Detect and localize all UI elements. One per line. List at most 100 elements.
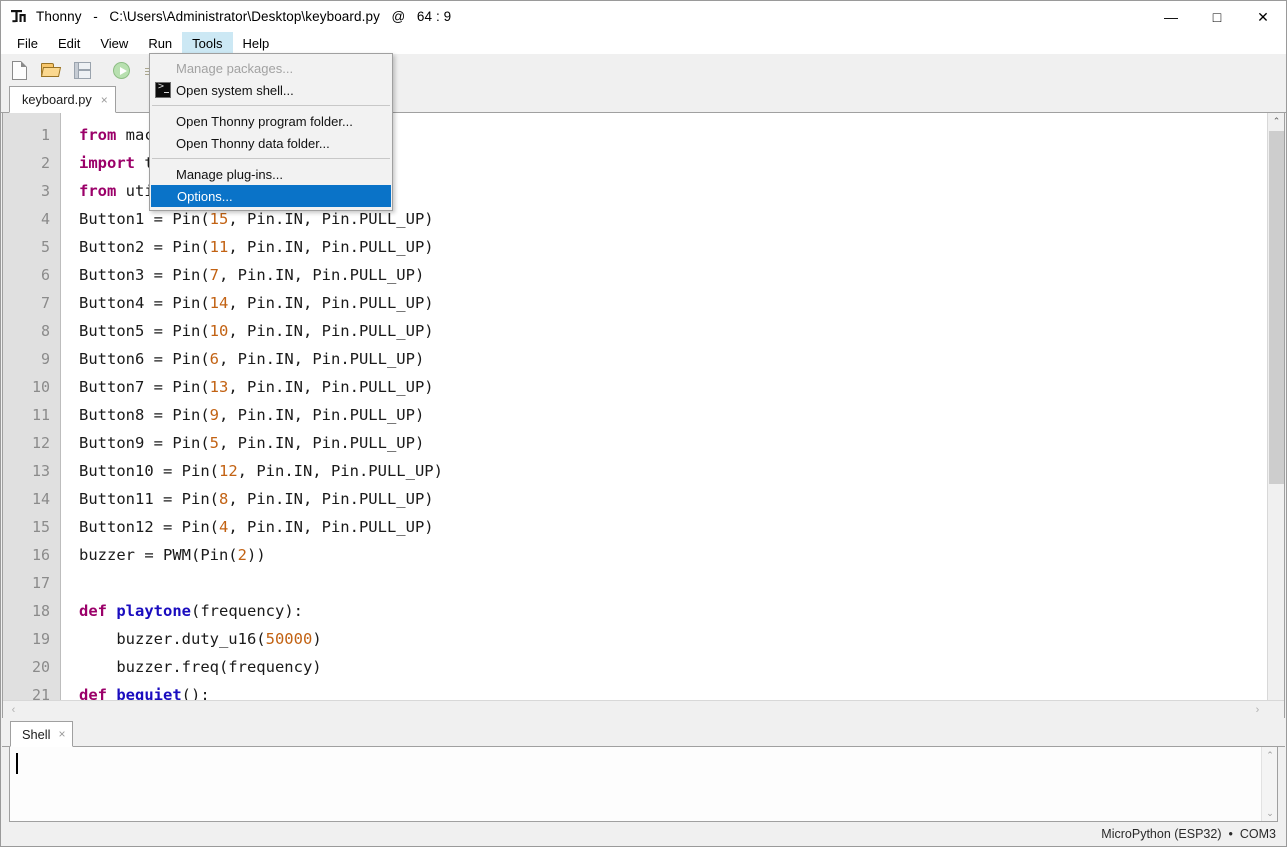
- code-line: Button5 = Pin(10, Pin.IN, Pin.PULL_UP): [79, 322, 434, 340]
- line-number: 7: [40, 294, 50, 312]
- code-line: Button9 = Pin(5, Pin.IN, Pin.PULL_UP): [79, 434, 425, 452]
- status-interpreter[interactable]: MicroPython (ESP32): [1101, 827, 1221, 841]
- title-bar: Thonny - C:\Users\Administrator\Desktop\…: [1, 1, 1286, 32]
- menu-item-options[interactable]: Options...: [151, 185, 391, 207]
- line-number: 13: [31, 462, 50, 480]
- status-bar: MicroPython (ESP32) • COM3: [1, 822, 1286, 846]
- code-line: Button6 = Pin(6, Pin.IN, Pin.PULL_UP): [79, 350, 425, 368]
- code-line: def bequiet():: [79, 686, 210, 700]
- code-line: Button10 = Pin(12, Pin.IN, Pin.PULL_UP): [79, 462, 443, 480]
- shell-tab-strip: Shell ×: [2, 721, 1285, 747]
- line-number: 17: [31, 574, 50, 592]
- menu-item-manage-packages[interactable]: Manage packages...: [150, 57, 392, 79]
- scroll-right-arrow-icon[interactable]: ›: [1249, 701, 1266, 718]
- line-number: 15: [31, 518, 50, 536]
- shell-tab-label: Shell: [22, 726, 51, 742]
- code-line: Button4 = Pin(14, Pin.IN, Pin.PULL_UP): [79, 294, 434, 312]
- title-separator: -: [93, 9, 98, 24]
- line-number: 8: [40, 322, 50, 340]
- code-line: def playtone(frequency):: [79, 602, 303, 620]
- menu-bar: File Edit View Run Tools Help: [1, 32, 1286, 54]
- run-button[interactable]: [110, 59, 132, 81]
- shell-tab[interactable]: Shell ×: [10, 721, 74, 747]
- editor-vscroll-thumb[interactable]: [1269, 131, 1284, 484]
- menu-separator-1: [152, 105, 390, 106]
- menu-tools[interactable]: Tools: [182, 32, 233, 54]
- cursor-position: 64 : 9: [416, 9, 452, 24]
- shell-scroll-up-icon[interactable]: ⌃: [1262, 747, 1278, 763]
- close-button[interactable]: ✕: [1240, 1, 1286, 32]
- save-file-button[interactable]: [71, 59, 93, 81]
- menu-edit[interactable]: Edit: [48, 32, 90, 54]
- shell-tab-close-icon[interactable]: ×: [58, 727, 65, 741]
- line-number: 19: [31, 630, 50, 648]
- shell-output-area[interactable]: ⌃ ⌄: [9, 747, 1278, 822]
- menu-item-open-thonny-data-folder[interactable]: Open Thonny data folder...: [150, 132, 392, 154]
- editor-tab-keyboard-py[interactable]: keyboard.py ×: [9, 86, 116, 113]
- shell-caret: [16, 753, 18, 774]
- menu-help[interactable]: Help: [233, 32, 280, 54]
- scroll-up-arrow-icon[interactable]: ⌃: [1268, 113, 1285, 130]
- new-file-icon: [12, 61, 27, 80]
- line-number: 6: [40, 266, 50, 284]
- open-file-button[interactable]: [40, 59, 62, 81]
- code-line: buzzer.duty_u16(50000): [79, 630, 322, 648]
- code-line: Button8 = Pin(9, Pin.IN, Pin.PULL_UP): [79, 406, 425, 424]
- line-number: 5: [40, 238, 50, 256]
- open-file-icon: [40, 63, 62, 77]
- status-port[interactable]: COM3: [1240, 827, 1276, 841]
- scroll-left-arrow-icon[interactable]: ‹: [5, 701, 22, 718]
- thonny-logo-icon: [9, 7, 29, 27]
- line-number: 9: [40, 350, 50, 368]
- editor-vertical-scrollbar[interactable]: ⌃ ⌄: [1267, 113, 1285, 718]
- code-line: Button12 = Pin(4, Pin.IN, Pin.PULL_UP): [79, 518, 434, 536]
- line-number: 11: [31, 406, 50, 424]
- window-title: Thonny - C:\Users\Administrator\Desktop\…: [36, 9, 451, 24]
- app-name: Thonny: [36, 9, 82, 24]
- line-number: 4: [40, 210, 50, 228]
- menu-separator-2: [152, 158, 390, 159]
- run-icon: [113, 62, 130, 79]
- save-file-icon: [74, 62, 91, 79]
- line-number: 16: [31, 546, 50, 564]
- menu-item-open-system-shell[interactable]: Open system shell...: [150, 79, 392, 101]
- editor-tab-close-icon[interactable]: ×: [101, 93, 108, 107]
- editor-tab-label: keyboard.py: [22, 92, 92, 107]
- shell-panel: Shell × ⌃ ⌄: [1, 718, 1286, 822]
- thonny-window: Thonny - C:\Users\Administrator\Desktop\…: [0, 0, 1287, 847]
- terminal-icon: [155, 81, 171, 98]
- line-number: 18: [31, 602, 50, 620]
- menu-run[interactable]: Run: [138, 32, 182, 54]
- menu-item-open-thonny-program-folder[interactable]: Open Thonny program folder...: [150, 110, 392, 132]
- code-line: buzzer.freq(frequency): [79, 658, 322, 676]
- maximize-button[interactable]: □: [1194, 1, 1240, 32]
- line-number: 2: [40, 154, 50, 172]
- editor-horizontal-scrollbar[interactable]: ‹ ›: [3, 700, 1284, 718]
- status-separator: •: [1228, 827, 1233, 841]
- menu-item-label: Open Thonny data folder...: [176, 135, 330, 151]
- code-line: buzzer = PWM(Pin(2)): [79, 546, 266, 564]
- menu-item-label: Open system shell...: [176, 82, 294, 98]
- shell-scroll-down-icon[interactable]: ⌄: [1262, 805, 1278, 821]
- menu-file[interactable]: File: [7, 32, 48, 54]
- menu-item-label: Open Thonny program folder...: [176, 113, 353, 129]
- minimize-button[interactable]: —: [1148, 1, 1194, 32]
- line-number: 14: [31, 490, 50, 508]
- menu-item-label: Manage packages...: [176, 60, 294, 76]
- position-separator: @: [391, 9, 406, 24]
- menu-item-manage-plugins[interactable]: Manage plug-ins...: [150, 163, 392, 185]
- line-number: 3: [40, 182, 50, 200]
- code-line: Button7 = Pin(13, Pin.IN, Pin.PULL_UP): [79, 378, 434, 396]
- window-controls: — □ ✕: [1148, 1, 1286, 32]
- line-number: 1: [40, 126, 50, 144]
- menu-view[interactable]: View: [90, 32, 138, 54]
- shell-vertical-scrollbar[interactable]: ⌃ ⌄: [1261, 747, 1277, 821]
- line-number: 12: [31, 434, 50, 452]
- tools-dropdown-menu: Manage packages... Open system shell... …: [149, 53, 393, 211]
- new-file-button[interactable]: [9, 59, 31, 81]
- menu-item-label: Manage plug-ins...: [176, 166, 283, 182]
- menu-item-label: Options...: [177, 188, 233, 204]
- file-path: C:\Users\Administrator\Desktop\keyboard.…: [109, 9, 380, 24]
- code-line: Button3 = Pin(7, Pin.IN, Pin.PULL_UP): [79, 266, 425, 284]
